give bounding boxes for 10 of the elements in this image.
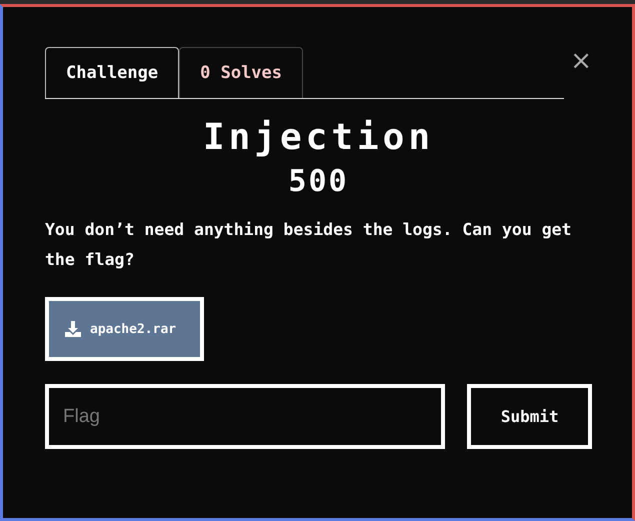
challenge-points: 500 <box>287 164 350 199</box>
download-button[interactable]: apache2.rar <box>45 297 204 361</box>
download-icon <box>64 320 82 338</box>
challenge-title: Injection <box>202 117 436 158</box>
flag-input[interactable]: Flag <box>45 384 446 449</box>
close-button[interactable]: × <box>570 49 592 73</box>
tab[interactable]: 0 Solves <box>179 47 304 98</box>
challenge-description: You don’t need anything besides the logs. Can you get the flag? <box>45 219 572 271</box>
submit-button[interactable]: Submit <box>467 384 592 449</box>
tab[interactable]: Challenge <box>45 47 180 98</box>
